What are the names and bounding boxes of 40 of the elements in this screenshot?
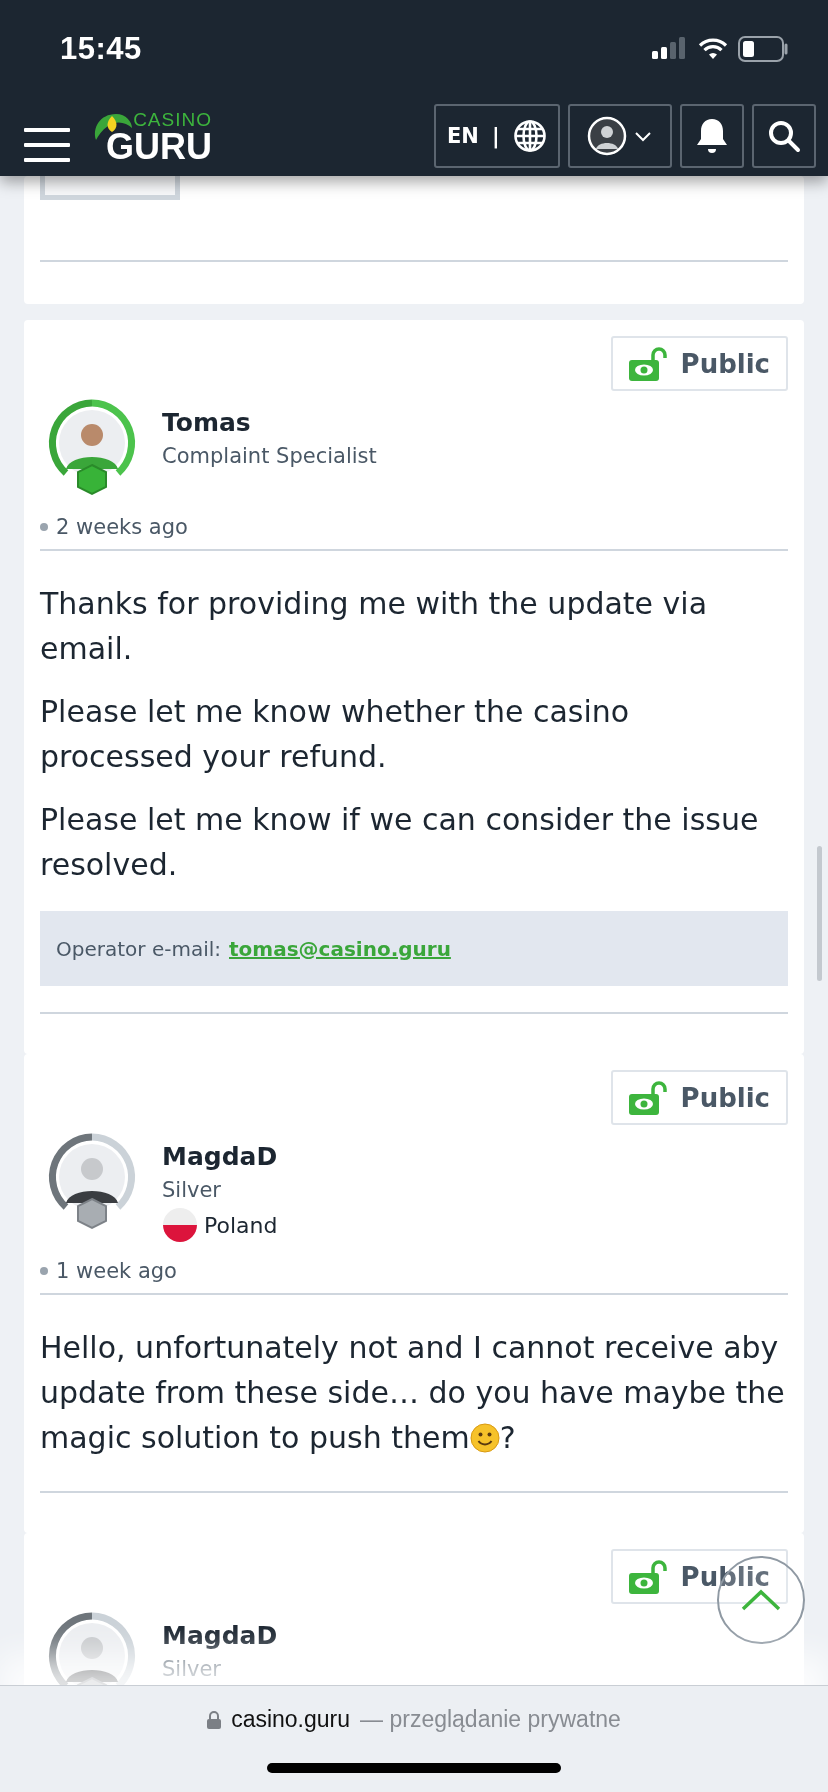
author-rank: Complaint Specialist [162, 443, 377, 470]
signal-icon [652, 37, 688, 61]
avatar-icon [587, 116, 627, 156]
image-thumbnail[interactable] [40, 176, 180, 200]
lock-icon [207, 1710, 222, 1729]
operator-email-label: Operator e-mail: [56, 936, 221, 961]
search-icon[interactable] [752, 104, 816, 168]
author-name[interactable]: MagdaD [162, 1620, 278, 1652]
lock-eye-icon [628, 1080, 669, 1115]
private-browsing-label: — przeglądanie prywatne [360, 1706, 621, 1733]
chevron-up-icon [739, 1587, 783, 1613]
battery-icon [738, 36, 788, 62]
country-name: Poland [204, 1212, 278, 1238]
author-name[interactable]: Tomas [162, 407, 377, 439]
language-button[interactable]: EN | [434, 104, 560, 168]
logo-text[interactable]: CASINO [133, 110, 212, 130]
message-text: Hello, unfortunately not and I cannot receive aby update from these side… do you have maybe the magic solution to push them ? [40, 1325, 788, 1465]
status-time: 15:45 [60, 31, 142, 67]
url-domain[interactable]: casino.guru [231, 1706, 351, 1733]
message-text: Thanks for providing me with the update via email. [40, 585, 709, 668]
bullet-icon [40, 523, 48, 531]
lock-eye-icon [628, 346, 669, 381]
logo-text[interactable]: GURU [106, 130, 212, 164]
message-text: Please let me know if we can consider the issue resolved. [40, 801, 760, 884]
flag-icon [162, 1207, 198, 1243]
globe-icon [513, 119, 548, 153]
post-time: 1 week ago [56, 1259, 177, 1283]
author-name[interactable]: MagdaD [162, 1141, 278, 1173]
visibility-label: Public [680, 1082, 770, 1113]
post-time: 2 weeks ago [56, 515, 188, 539]
bullet-icon [40, 1267, 48, 1275]
author-rank: Silver [162, 1656, 222, 1683]
chevron-down-icon [633, 129, 653, 143]
account-button[interactable] [568, 104, 672, 168]
message-text: Please let me know whether the casino processed your refund. [40, 693, 631, 776]
lock-eye-icon [628, 1559, 669, 1594]
wifi-icon [698, 38, 728, 60]
author-rank: Silver [162, 1177, 222, 1204]
visibility-label: Public [680, 348, 770, 379]
notifications-bell-icon[interactable] [680, 104, 744, 168]
